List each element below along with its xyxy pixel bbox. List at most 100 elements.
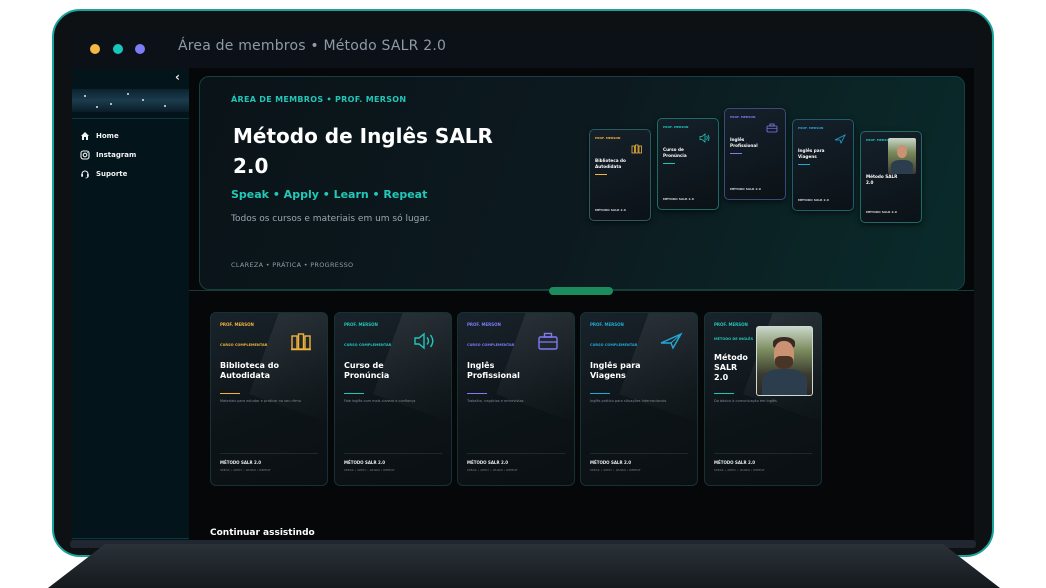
mini-accent-line	[595, 174, 607, 175]
card-footer: MÉTODO SALR 2.0	[714, 460, 756, 465]
card-divider	[344, 453, 442, 454]
card-title: Biblioteca do Autodidata	[220, 361, 279, 380]
mini-prof: PROF. MERSON	[663, 125, 689, 129]
card-footer: MÉTODO SALR 2.0	[220, 460, 262, 465]
window-dot-yellow[interactable]	[90, 44, 100, 54]
mini-footer: MÉTODO SALR 2.0	[730, 187, 761, 191]
card-accent-line	[590, 393, 610, 394]
briefcase-icon	[766, 123, 778, 133]
sidebar-item-label: Home	[96, 132, 119, 140]
mini-title: Biblioteca do Autodidata	[595, 158, 626, 169]
hero-mini-card: PROF. MERSON Curso de Pronúncia MÉTODO S…	[657, 118, 719, 210]
card-description: Trabalho, negócios e entrevistas	[467, 399, 524, 403]
card-prof: PROF. MERSON	[220, 322, 254, 327]
speaker-icon	[414, 332, 434, 350]
card-kind: CURSO COMPLEMENTAR	[220, 343, 268, 347]
plane-icon	[660, 332, 683, 350]
laptop-base	[48, 544, 1000, 588]
mini-prof: PROF. MERSON	[595, 136, 621, 140]
course-card-biblioteca[interactable]: PROF. MERSON CURSO COMPLEMENTAR Bibliote…	[210, 312, 328, 486]
mini-title: Inglês Profissional	[730, 137, 758, 148]
hero-footer: CLAREZA • PRÁTICA • PROGRESSO	[231, 261, 354, 269]
mini-title: Curso de Pronúncia	[663, 147, 687, 158]
sidebar-item-home[interactable]: Home	[80, 131, 119, 141]
card-divider	[714, 453, 812, 454]
home-icon	[81, 132, 89, 140]
mini-accent-line	[798, 164, 810, 165]
course-card-metodo[interactable]: PROF. MERSON MÉTODO DE INGLÊS Método SAL…	[704, 312, 822, 486]
course-card-pronuncia[interactable]: PROF. MERSON CURSO COMPLEMENTAR Curso de…	[334, 312, 452, 486]
card-title: Método SALR 2.0	[714, 353, 748, 382]
mini-title: Inglês para Viagens	[798, 148, 825, 159]
card-accent-line	[344, 393, 364, 394]
window-dot-teal[interactable]	[113, 44, 123, 54]
card-title: Inglês para Viagens	[590, 361, 641, 380]
card-meta: SPEAK • APPLY • LEARN • REPEAT	[590, 468, 641, 472]
window-dot-violet[interactable]	[135, 44, 145, 54]
hero-subtitle: Todos os cursos e materiais em um só lug…	[231, 214, 431, 224]
main-content: ÁREA DE MEMBROS • PROF. MERSON Método de…	[189, 68, 974, 545]
screen: Área de membros • Método SALR 2.0 ‹ Home…	[72, 30, 974, 545]
card-description: Fale inglês com mais clareza e confiança	[344, 399, 416, 403]
card-prof: PROF. MERSON	[344, 322, 378, 327]
hero-tagline: Speak • Apply • Learn • Repeat	[231, 188, 428, 201]
card-title: Curso de Pronúncia	[344, 361, 390, 380]
mini-photo	[888, 138, 916, 174]
collapse-sidebar-icon[interactable]: ‹	[175, 70, 180, 84]
window-titlebar: Área de membros • Método SALR 2.0	[72, 30, 974, 68]
card-description: Do básico à comunicação em inglês	[714, 399, 777, 403]
card-prof: PROF. MERSON	[590, 322, 624, 327]
mini-footer: MÉTODO SALR 2.0	[866, 210, 897, 214]
speaker-icon	[699, 133, 710, 143]
sidebar-item-suporte[interactable]: Suporte	[80, 169, 127, 179]
briefcase-icon	[538, 332, 558, 350]
mini-accent-line	[663, 163, 675, 164]
card-kind: CURSO COMPLEMENTAR	[344, 343, 392, 347]
add-section-button[interactable]	[549, 287, 613, 295]
mini-footer: MÉTODO SALR 2.0	[798, 198, 829, 202]
course-card-profissional[interactable]: PROF. MERSON CURSO COMPLEMENTAR Inglês P…	[457, 312, 575, 486]
card-meta: SPEAK • APPLY • LEARN • REPEAT	[220, 468, 271, 472]
hero-mini-card: PROF. MERSON Biblioteca do Autodidata MÉ…	[589, 129, 651, 221]
course-card-viagens[interactable]: PROF. MERSON CURSO COMPLEMENTAR Inglês p…	[580, 312, 698, 486]
instructor-photo	[756, 326, 813, 396]
sidebar-item-instagram[interactable]: Instagram	[80, 150, 136, 160]
sidebar-item-label: Instagram	[96, 151, 137, 159]
card-footer: MÉTODO SALR 2.0	[590, 460, 632, 465]
card-title: Inglês Profissional	[467, 361, 520, 380]
mini-accent-line	[730, 153, 742, 154]
mini-prof: PROF. MERSON	[798, 126, 824, 130]
hero-mini-card: PROF. MERSON Inglês para Viagens MÉTODO …	[792, 119, 854, 211]
card-prof: PROF. MERSON	[714, 322, 748, 327]
card-kind: MÉTODO DE INGLÊS	[714, 337, 754, 341]
card-divider	[467, 453, 565, 454]
card-meta: SPEAK • APPLY • LEARN • REPEAT	[344, 468, 395, 472]
instagram-icon	[80, 150, 90, 160]
books-icon	[631, 144, 642, 154]
sidebar: ‹ Home Instagram Suporte	[72, 68, 190, 545]
mini-title: Método SALR 2.0	[866, 174, 898, 185]
hero-title: Método de Inglês SALR 2.0	[233, 124, 493, 178]
card-description: Inglês prático para situações internacio…	[590, 399, 667, 403]
sidebar-banner	[72, 89, 189, 112]
window-title: Área de membros • Método SALR 2.0	[178, 38, 447, 54]
sidebar-divider	[72, 118, 189, 119]
hero-banner: ÁREA DE MEMBROS • PROF. MERSON Método de…	[199, 76, 965, 290]
hero-eyebrow: ÁREA DE MEMBROS • PROF. MERSON	[231, 95, 407, 104]
hero-mini-card: PROF. MERSON Método SALR 2.0 MÉTODO SALR…	[860, 131, 922, 223]
card-meta: SPEAK • APPLY • LEARN • REPEAT	[467, 468, 518, 472]
card-kind: CURSO COMPLEMENTAR	[590, 343, 638, 347]
mini-footer: MÉTODO SALR 2.0	[595, 208, 626, 212]
card-description: Materiais para estudar e praticar no seu…	[220, 399, 301, 403]
card-meta: SPEAK • APPLY • LEARN • REPEAT	[714, 468, 765, 472]
books-icon	[291, 333, 311, 351]
mini-footer: MÉTODO SALR 2.0	[663, 197, 694, 201]
card-divider	[220, 453, 318, 454]
mini-prof: PROF. MERSON	[730, 115, 756, 119]
card-footer: MÉTODO SALR 2.0	[467, 460, 509, 465]
sidebar-bottom-divider	[72, 538, 189, 539]
hero-mini-card: PROF. MERSON Inglês Profissional MÉTODO …	[724, 108, 786, 200]
sidebar-item-label: Suporte	[96, 170, 128, 178]
plane-icon	[834, 134, 846, 144]
card-kind: CURSO COMPLEMENTAR	[467, 343, 515, 347]
